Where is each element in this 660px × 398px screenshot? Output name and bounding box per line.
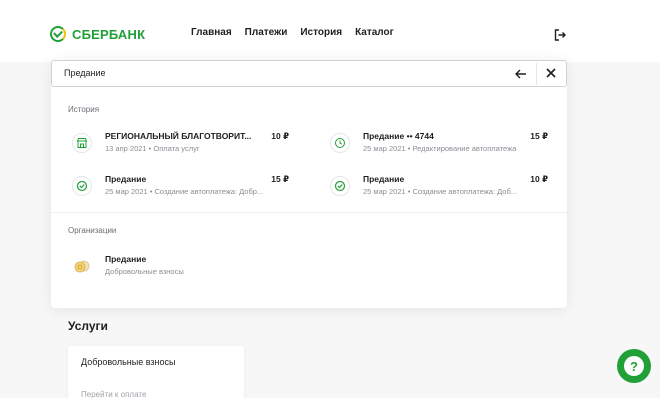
service-card-link[interactable]: Перейти к оплате <box>81 390 146 398</box>
history-item-title: Предание <box>363 174 405 184</box>
nav-item-history[interactable]: История <box>300 27 342 38</box>
history-item[interactable]: РЕГИОНАЛЬНЫЙ БЛАГОТВОРИТ... 10 ₽ 13 апр … <box>72 131 312 161</box>
help-button[interactable]: ? <box>617 349 651 383</box>
history-item[interactable]: Предание 10 ₽ 25 мар 2021 • Создание авт… <box>330 174 570 204</box>
question-icon: ? <box>624 356 644 376</box>
logout-icon[interactable] <box>554 29 566 41</box>
storefront-icon <box>72 133 92 153</box>
nav-item-catalog[interactable]: Каталог <box>355 27 394 38</box>
history-item-subtitle: 25 мар 2021 • Создание автоплатежа: Доб.… <box>363 187 518 196</box>
clock-icon <box>330 133 350 153</box>
history-item-title: Предание •• 4744 <box>363 131 434 141</box>
history-item-subtitle: 25 мар 2021 • Создание автоплатежа: Добр… <box>105 187 264 196</box>
service-card[interactable]: Добровольные взносы Перейти к оплате <box>68 346 244 398</box>
section-divider <box>51 212 567 213</box>
header: СБЕРБАНК Главная Платежи История Каталог <box>0 0 660 62</box>
history-item-title: Предание <box>105 174 147 184</box>
close-icon[interactable] <box>544 66 558 80</box>
search-panel: История РЕГИОНАЛЬНЫЙ БЛАГОТВОРИТ... 10 ₽… <box>51 60 567 308</box>
nav-item-payments[interactable]: Платежи <box>245 27 288 38</box>
logo-text: СБЕРБАНК <box>72 26 146 42</box>
services-title: Услуги <box>68 319 108 333</box>
organizations-section-title: Организации <box>68 226 117 235</box>
logo[interactable]: СБЕРБАНК <box>50 26 145 42</box>
history-item-amount: 10 ₽ <box>271 131 289 141</box>
search-bar <box>51 60 567 87</box>
history-item-subtitle: 13 апр 2021 • Оплата услуг <box>105 144 200 153</box>
history-section-title: История <box>68 105 100 114</box>
coins-icon <box>72 256 92 276</box>
search-input[interactable] <box>64 68 484 78</box>
history-item-subtitle: 25 мар 2021 • Редактирование автоплатежа <box>363 144 517 153</box>
history-item-amount: 10 ₽ <box>530 174 548 184</box>
arrow-left-icon[interactable] <box>514 67 528 81</box>
sber-logo-icon <box>50 26 66 42</box>
organization-item[interactable]: Предание Добровольные взносы <box>72 254 312 284</box>
history-item-amount: 15 ₽ <box>530 131 548 141</box>
history-item-amount: 15 ₽ <box>271 174 289 184</box>
history-item[interactable]: Предание 15 ₽ 25 мар 2021 • Создание авт… <box>72 174 312 204</box>
history-item[interactable]: Предание •• 4744 15 ₽ 25 мар 2021 • Реда… <box>330 131 570 161</box>
sber-check-icon <box>72 176 92 196</box>
divider <box>536 63 537 85</box>
service-card-title: Добровольные взносы <box>81 357 176 367</box>
history-item-title: РЕГИОНАЛЬНЫЙ БЛАГОТВОРИТ... <box>105 131 252 141</box>
main-nav: Главная Платежи История Каталог <box>191 27 394 38</box>
organization-item-title: Предание <box>105 254 147 264</box>
organization-item-subtitle: Добровольные взносы <box>105 267 184 276</box>
page: СБЕРБАНК Главная Платежи История Каталог… <box>0 0 660 398</box>
nav-item-main[interactable]: Главная <box>191 27 232 38</box>
sber-check-icon <box>330 176 350 196</box>
